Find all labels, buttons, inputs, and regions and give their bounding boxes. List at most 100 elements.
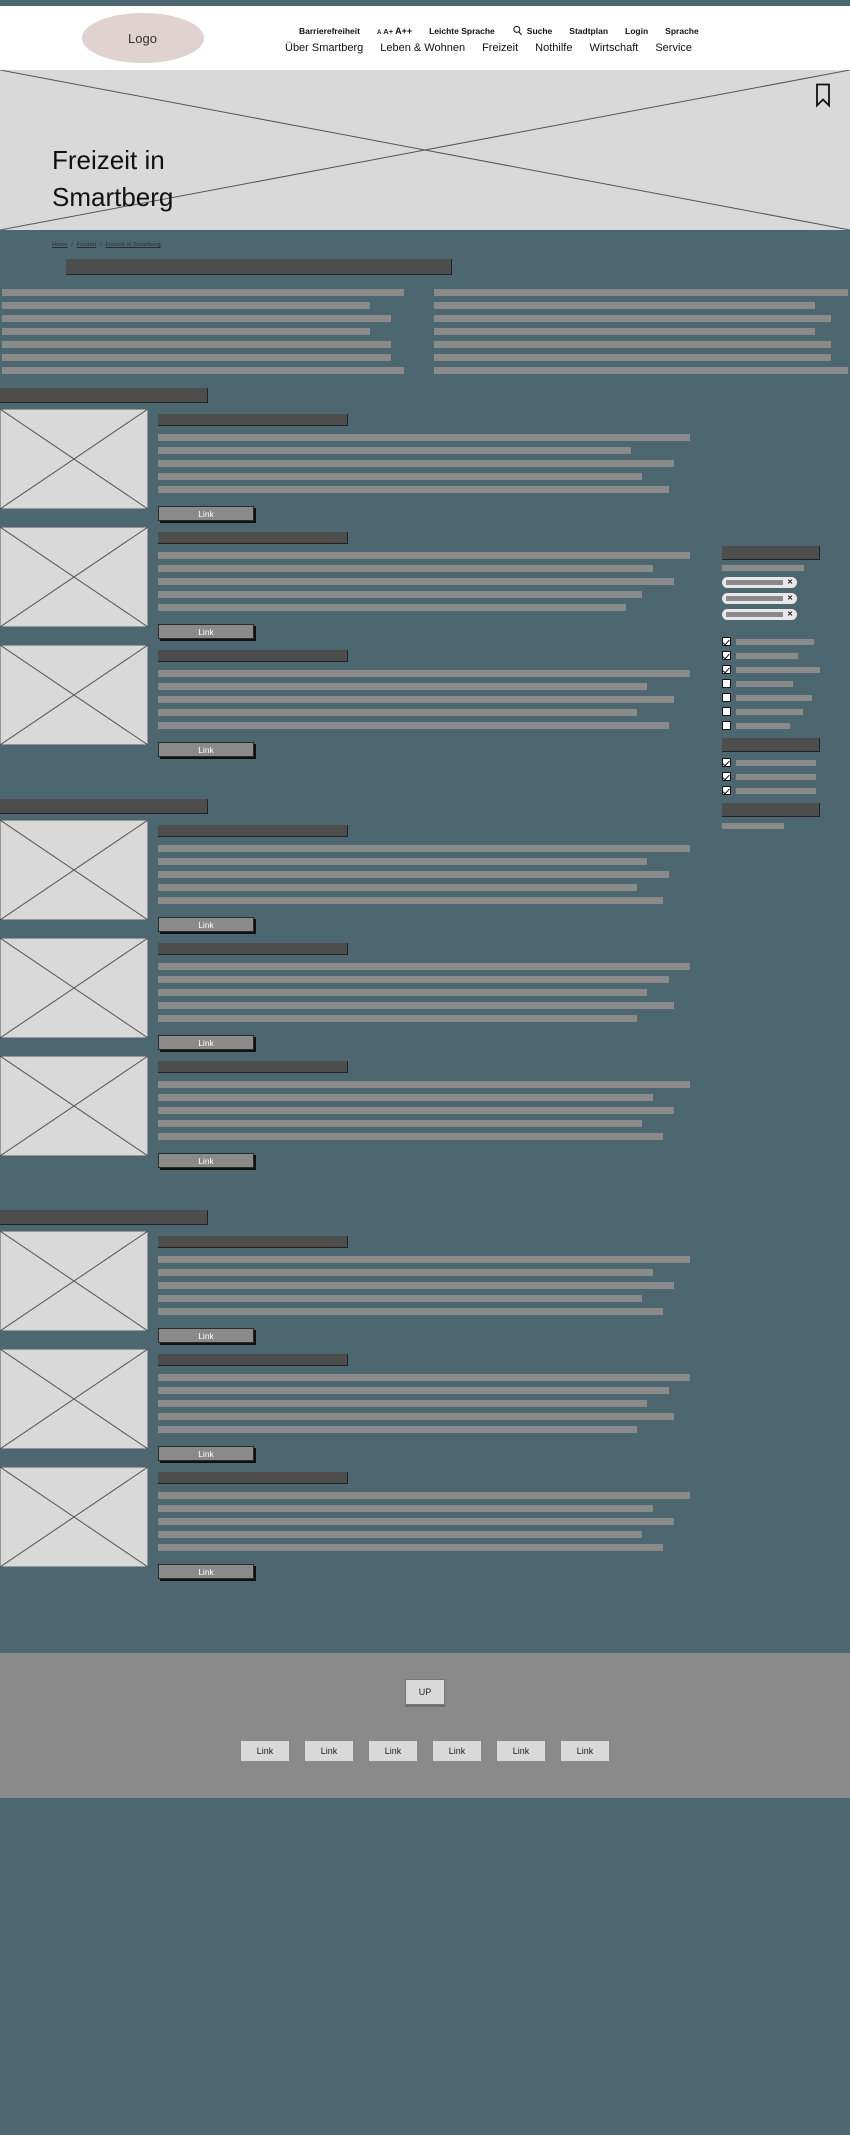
card-text-lines <box>158 845 690 904</box>
text-line <box>158 1120 643 1127</box>
filter-checkbox-row[interactable] <box>722 707 842 716</box>
breadcrumb-item-freizeit[interactable]: Freizeit <box>77 242 97 248</box>
footer-link[interactable]: Link <box>433 1741 481 1761</box>
card-title-placeholder <box>158 414 348 426</box>
filter-chip-label <box>726 612 784 617</box>
nav-item-nothilfe[interactable]: Nothilfe <box>535 42 572 54</box>
image-placeholder-x-icon <box>0 1056 148 1156</box>
card-body: Link <box>158 409 850 521</box>
nav-item-ueber-smartberg[interactable]: Über Smartberg <box>285 42 363 54</box>
font-size-a-plus[interactable]: A+ <box>383 27 393 36</box>
card-text-lines <box>158 670 690 729</box>
nav-item-leben-wohnen[interactable]: Leben & Wohnen <box>380 42 465 54</box>
footer-link[interactable]: Link <box>241 1741 289 1761</box>
text-line <box>158 486 669 493</box>
card-link-button[interactable]: Link <box>158 1564 254 1579</box>
utility-nav: Barrierefreiheit A A+ A++ Leichte Sprach… <box>285 25 850 36</box>
text-line <box>158 591 643 598</box>
card-link-button[interactable]: Link <box>158 1328 254 1343</box>
font-size-a[interactable]: A <box>377 30 381 36</box>
footer-link[interactable]: Link <box>305 1741 353 1761</box>
text-line <box>158 1081 690 1088</box>
text-line <box>434 341 832 348</box>
card-image-placeholder <box>0 820 148 920</box>
card-body: Link <box>158 1231 850 1343</box>
checkbox-unchecked-icon[interactable] <box>722 707 731 716</box>
page-title: Freizeit in Smartberg <box>52 145 174 212</box>
filter-chip[interactable]: ✕ <box>722 577 797 588</box>
checkbox-unchecked-icon[interactable] <box>722 721 731 730</box>
text-line <box>158 976 669 983</box>
card-link-button[interactable]: Link <box>158 742 254 757</box>
checkbox-checked-icon[interactable] <box>722 772 731 781</box>
text-line <box>158 963 690 970</box>
checkbox-checked-icon[interactable] <box>722 758 731 767</box>
card-link-button[interactable]: Link <box>158 1035 254 1050</box>
nav-item-service[interactable]: Service <box>655 42 692 54</box>
site-logo[interactable]: Logo <box>81 13 204 63</box>
filter-subheading <box>722 565 804 571</box>
card-link-button[interactable]: Link <box>158 1446 254 1461</box>
filter-checkbox-row[interactable] <box>722 665 842 674</box>
checkbox-checked-icon[interactable] <box>722 786 731 795</box>
card-link-button[interactable]: Link <box>158 624 254 639</box>
filter-checkbox-row[interactable] <box>722 772 842 781</box>
filter-label <box>736 787 816 794</box>
text-line <box>158 1308 664 1315</box>
breadcrumb-item-current[interactable]: Freizeit in Smartberg <box>106 242 161 248</box>
text-line <box>158 1002 675 1009</box>
breadcrumb-item-home[interactable]: Home <box>52 242 67 248</box>
filter-checkbox-row[interactable] <box>722 758 842 767</box>
filter-chip[interactable]: ✕ <box>722 593 797 604</box>
filter-checkbox-row[interactable] <box>722 693 842 702</box>
card-image-placeholder <box>0 409 148 509</box>
nav-item-freizeit[interactable]: Freizeit <box>482 42 518 54</box>
card-text-lines <box>158 1256 690 1315</box>
checkbox-checked-icon[interactable] <box>722 637 731 646</box>
main-content: Home / Freizeit / Freizeit in Smartberg <box>0 230 850 1653</box>
checkbox-checked-icon[interactable] <box>722 665 731 674</box>
card-item: Link <box>0 938 850 1050</box>
filter-checkbox-row[interactable] <box>722 637 842 646</box>
checkbox-unchecked-icon[interactable] <box>722 693 731 702</box>
section-heading-placeholder <box>0 388 208 403</box>
scroll-to-top-button[interactable]: UP <box>405 1679 445 1705</box>
nav-item-wirtschaft[interactable]: Wirtschaft <box>589 42 638 54</box>
footer-link[interactable]: Link <box>497 1741 545 1761</box>
filter-chip[interactable]: ✕ <box>722 609 797 620</box>
logo-container[interactable]: Logo <box>0 13 285 63</box>
close-icon[interactable]: ✕ <box>787 595 793 602</box>
nav-item-sprache[interactable]: Sprache <box>665 26 699 36</box>
filter-checkbox-row[interactable] <box>722 721 842 730</box>
filter-checkbox-row[interactable] <box>722 786 842 795</box>
search-icon <box>513 25 522 36</box>
checkbox-unchecked-icon[interactable] <box>722 679 731 688</box>
nav-item-stadtplan[interactable]: Stadtplan <box>569 26 608 36</box>
text-line <box>158 447 632 454</box>
checkbox-checked-icon[interactable] <box>722 651 731 660</box>
font-size-a-plus-plus[interactable]: A++ <box>395 26 412 36</box>
nav-item-suche[interactable]: Suche <box>512 25 552 36</box>
nav-item-login[interactable]: Login <box>625 26 648 36</box>
filter-checkbox-row[interactable] <box>722 651 842 660</box>
footer-link[interactable]: Link <box>561 1741 609 1761</box>
card-text-lines <box>158 552 690 611</box>
filter-footer-text <box>722 823 784 829</box>
close-icon[interactable]: ✕ <box>787 611 793 618</box>
card-link-button[interactable]: Link <box>158 1153 254 1168</box>
filter-label <box>736 694 812 701</box>
filter-group-2-heading <box>722 738 820 752</box>
filter-checkbox-row[interactable] <box>722 679 842 688</box>
text-line <box>158 1015 637 1022</box>
nav-item-barrierefreiheit[interactable]: Barrierefreiheit <box>299 26 360 36</box>
font-size-switcher[interactable]: A A+ A++ <box>377 26 412 36</box>
bookmark-icon[interactable] <box>814 82 832 108</box>
close-icon[interactable]: ✕ <box>787 579 793 586</box>
text-line <box>158 1282 675 1289</box>
image-placeholder-x-icon <box>0 1467 148 1567</box>
card-link-button[interactable]: Link <box>158 917 254 932</box>
nav-item-leichte-sprache[interactable]: Leichte Sprache <box>429 26 495 36</box>
footer-link[interactable]: Link <box>369 1741 417 1761</box>
text-line <box>2 367 404 374</box>
card-link-button[interactable]: Link <box>158 506 254 521</box>
